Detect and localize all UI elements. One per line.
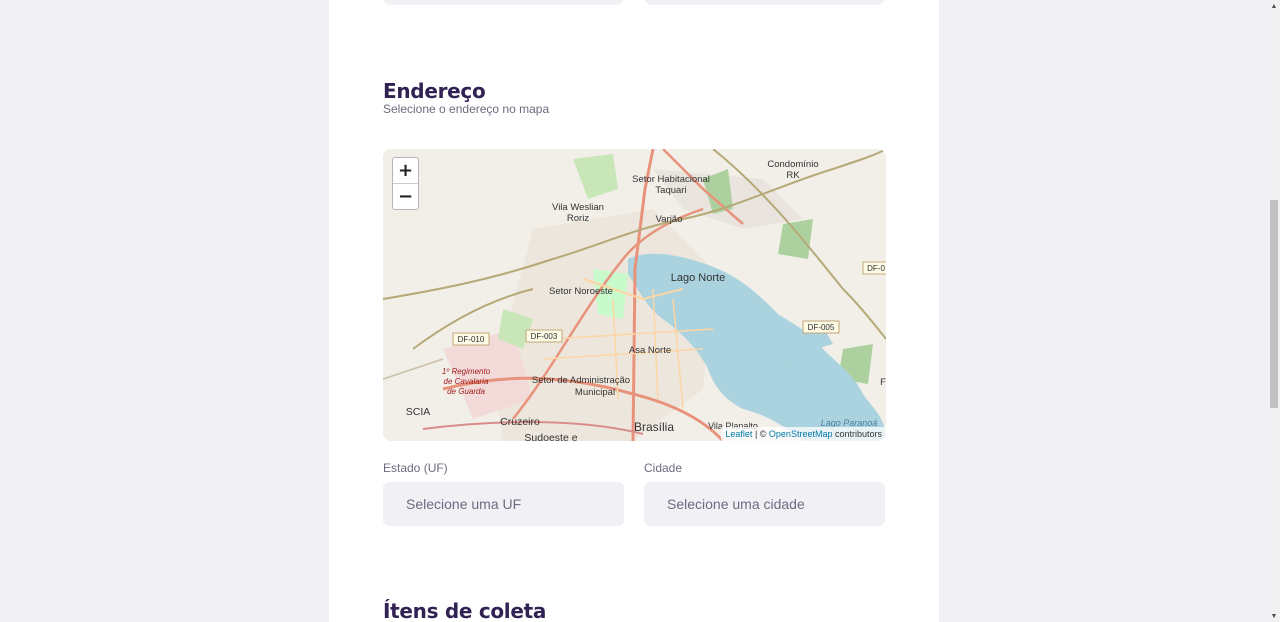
previous-input-field[interactable] bbox=[644, 0, 885, 5]
map-label: 1º Regimento bbox=[442, 367, 491, 376]
map-label: Asa Norte bbox=[629, 345, 671, 356]
openstreetmap-link[interactable]: OpenStreetMap bbox=[769, 429, 833, 439]
address-section-subtitle: Selecione o endereço no mapa bbox=[383, 102, 550, 116]
attribution-separator: | © bbox=[752, 429, 769, 439]
scroll-down-icon[interactable]: ▼ bbox=[1268, 610, 1280, 622]
map-label: Setor Habitacional bbox=[632, 174, 710, 185]
uf-select[interactable]: Selecione uma UF bbox=[383, 482, 624, 526]
map-label: Taquari bbox=[655, 185, 686, 196]
map-label: Lago Norte bbox=[671, 272, 725, 284]
map-label: RK bbox=[786, 170, 800, 181]
attribution-suffix: contributors bbox=[832, 429, 882, 439]
map-zoom-control: + − bbox=[392, 157, 419, 210]
address-section-title: Endereço bbox=[383, 79, 486, 103]
map-attribution: Leaflet | © OpenStreetMap contributors bbox=[721, 427, 886, 441]
road-shield-label: DF-003 bbox=[531, 332, 558, 341]
form-card: Endereço Selecione o endereço no mapa Co… bbox=[329, 0, 939, 622]
city-label: Cidade bbox=[644, 461, 683, 475]
leaflet-link[interactable]: Leaflet bbox=[725, 429, 752, 439]
map-label: Municipal bbox=[575, 387, 615, 398]
map-label: de Guarda bbox=[447, 387, 485, 396]
road-shield-label: DF-010 bbox=[458, 335, 485, 344]
scrollbar-thumb[interactable] bbox=[1270, 200, 1278, 408]
map-label: Varjão bbox=[656, 214, 683, 225]
map-label: Brasília bbox=[634, 420, 674, 434]
map-label: Condomínio bbox=[767, 159, 818, 170]
map-label: Setor Noroeste bbox=[549, 286, 613, 297]
road-shield-label: DF-005 bbox=[808, 323, 835, 332]
map-label: F bbox=[880, 377, 886, 388]
map-label: de Cavalaria bbox=[444, 377, 489, 386]
city-select[interactable]: Selecione uma cidade bbox=[644, 482, 885, 526]
scroll-up-icon[interactable]: ▲ bbox=[1268, 0, 1280, 12]
page-scrollbar[interactable]: ▲ ▼ bbox=[1268, 0, 1280, 622]
zoom-in-button[interactable]: + bbox=[393, 158, 418, 184]
items-section-title: Ítens de coleta bbox=[383, 599, 547, 622]
map-label: Cruzeiro bbox=[500, 416, 540, 428]
map-label: Sudoeste e bbox=[524, 432, 577, 441]
road-shield-label: DF-0 bbox=[867, 264, 885, 273]
zoom-out-button[interactable]: − bbox=[393, 184, 418, 209]
address-map[interactable]: Condomínio RK Setor Habitacional Taquari… bbox=[383, 149, 886, 441]
map-label: Setor de Administração bbox=[532, 375, 630, 386]
map-label: Vila Weslian bbox=[552, 202, 604, 213]
previous-input-field[interactable] bbox=[383, 0, 624, 5]
map-tiles: Condomínio RK Setor Habitacional Taquari… bbox=[383, 149, 886, 441]
uf-label: Estado (UF) bbox=[383, 461, 448, 475]
map-label: Roriz bbox=[567, 213, 589, 224]
map-label: SCIA bbox=[406, 406, 431, 418]
